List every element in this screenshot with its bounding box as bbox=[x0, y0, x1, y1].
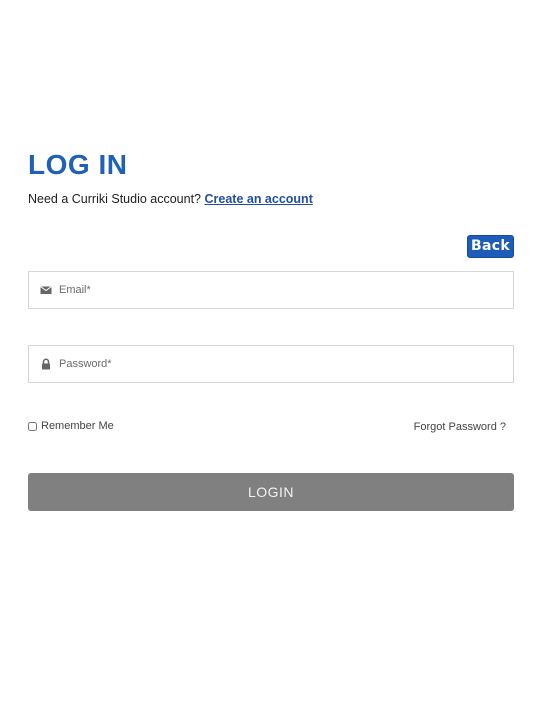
email-input[interactable] bbox=[59, 272, 499, 308]
envelope-icon bbox=[40, 286, 52, 294]
remember-me[interactable]: Remember Me bbox=[28, 420, 114, 432]
signup-prompt: Need a Curriki Studio account? Create an… bbox=[28, 191, 313, 207]
email-field[interactable] bbox=[28, 271, 514, 309]
password-input[interactable] bbox=[59, 346, 499, 382]
password-field[interactable] bbox=[28, 345, 514, 383]
back-button[interactable]: Back bbox=[467, 235, 514, 258]
login-page: LOG IN Need a Curriki Studio account? Cr… bbox=[0, 0, 550, 707]
page-title: LOG IN bbox=[28, 149, 128, 180]
create-account-link[interactable]: Create an account bbox=[204, 192, 312, 206]
lock-icon bbox=[42, 358, 50, 370]
remember-me-label: Remember Me bbox=[41, 420, 114, 432]
remember-me-checkbox[interactable] bbox=[28, 421, 37, 431]
login-button[interactable]: LOGIN bbox=[28, 473, 514, 511]
forgot-password-link[interactable]: Forgot Password ? bbox=[414, 420, 506, 434]
signup-prompt-text: Need a Curriki Studio account? bbox=[28, 192, 205, 206]
